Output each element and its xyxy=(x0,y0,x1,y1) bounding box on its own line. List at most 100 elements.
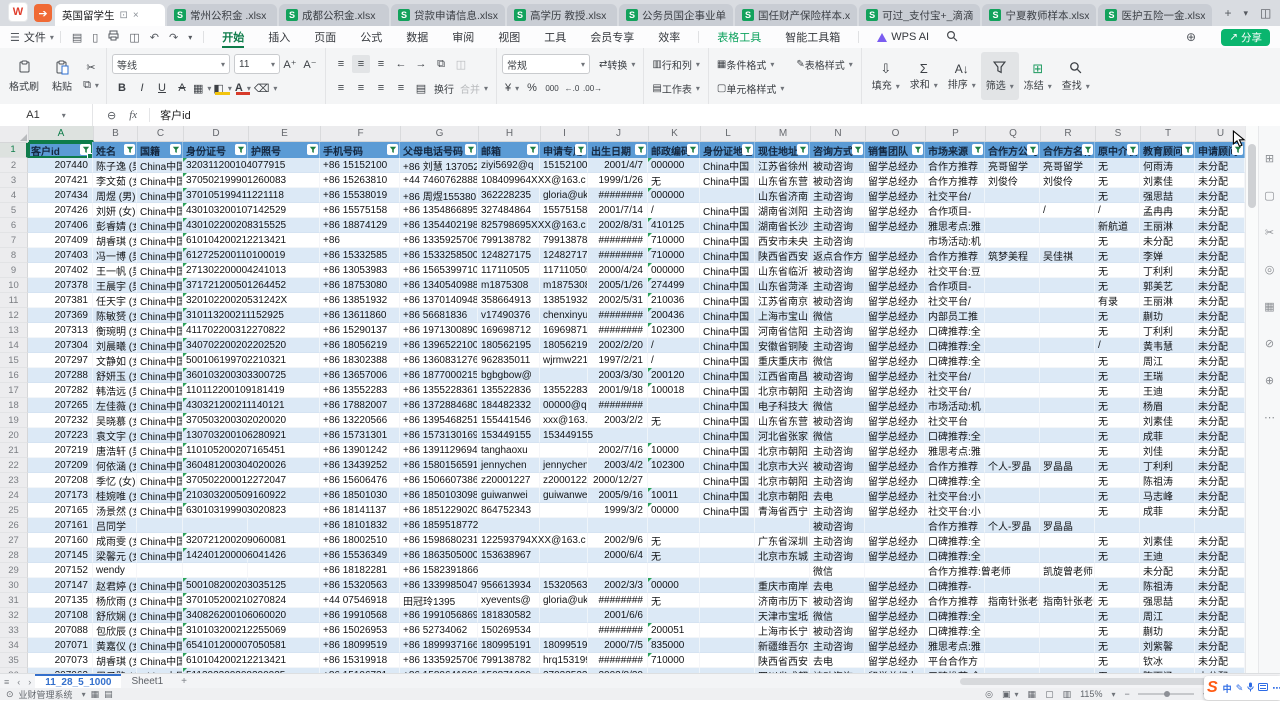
cell[interactable]: 无 xyxy=(1095,383,1140,398)
cell[interactable]: 200436 xyxy=(648,308,700,323)
cell[interactable]: 未分配 xyxy=(1195,563,1245,578)
cell[interactable]: 无 xyxy=(1095,593,1140,608)
cell[interactable]: +86 xyxy=(320,233,400,248)
tab-会员专享[interactable]: 会员专享 xyxy=(578,26,646,48)
cell[interactable]: 200120 xyxy=(648,368,700,383)
cell[interactable]: 864752343 xyxy=(478,503,540,518)
cell[interactable] xyxy=(648,563,700,578)
row-number[interactable]: 27 xyxy=(0,533,28,548)
target-tool-icon[interactable]: ◎ xyxy=(1265,263,1275,276)
cell[interactable]: 刘俊伶 xyxy=(1040,173,1095,188)
cell[interactable]: 微信 xyxy=(810,563,865,578)
document-tab[interactable]: S公务员国企事业单 xyxy=(619,4,733,26)
cell[interactable]: 口碑推荐:全 xyxy=(925,353,985,368)
cell[interactable]: 合作方推荐 xyxy=(925,518,985,533)
row-number[interactable]: 13 xyxy=(0,323,28,338)
cell[interactable]: 口碑推荐:全 xyxy=(925,533,985,548)
cell[interactable]: 207409 xyxy=(28,233,93,248)
cell[interactable]: 留学总经办 xyxy=(865,473,925,488)
thousands-button[interactable]: 000 xyxy=(543,79,561,97)
filter-dropdown-icon[interactable] xyxy=(235,144,246,155)
cell[interactable]: 未分配 xyxy=(1195,503,1245,518)
filter-dropdown-icon[interactable] xyxy=(912,144,923,155)
cell[interactable]: 彭睿婧 (女 xyxy=(93,218,137,233)
cell[interactable]: 无 xyxy=(1095,248,1140,263)
cell[interactable]: China中国 xyxy=(137,158,183,173)
cell[interactable] xyxy=(540,368,588,383)
cell[interactable]: z20001227 xyxy=(478,473,540,488)
cell[interactable]: gloria@uk xyxy=(540,188,588,203)
cell[interactable]: 返点合作方 xyxy=(810,248,865,263)
cell[interactable]: 153449155 xyxy=(540,428,588,443)
cell[interactable]: +86 17882007 xyxy=(320,398,400,413)
cell[interactable]: 153638967 xyxy=(478,548,540,563)
cell[interactable]: 刘素佳 xyxy=(1140,173,1195,188)
cell[interactable] xyxy=(478,518,540,533)
cell[interactable]: 陈子逸 (男 xyxy=(93,158,137,173)
row-number[interactable]: 25 xyxy=(0,503,28,518)
cell[interactable]: 社交平台/ xyxy=(925,188,985,203)
cell[interactable]: 刘紫馨 xyxy=(1140,638,1195,653)
cell[interactable]: +86 1899937166 xyxy=(400,638,478,653)
cell[interactable]: 何依涵 (女 xyxy=(93,458,137,473)
cell[interactable] xyxy=(985,353,1040,368)
cell[interactable]: +86 1580156591 xyxy=(400,458,478,473)
cell[interactable]: 135522836 xyxy=(478,383,540,398)
cell[interactable]: 207223 xyxy=(28,428,93,443)
font-size-select[interactable]: 11▾ xyxy=(234,54,280,74)
cell[interactable]: China中国 xyxy=(137,188,183,203)
cell[interactable]: 蒯玏 xyxy=(1140,623,1195,638)
cell[interactable]: 陈敏赟 (女 xyxy=(93,308,137,323)
align-center-icon[interactable]: ≡ xyxy=(352,79,370,97)
cell[interactable] xyxy=(1040,323,1095,338)
cell[interactable]: 430102200208315525 xyxy=(183,218,248,233)
row-number[interactable]: 16 xyxy=(0,368,28,383)
decrease-indent-icon[interactable]: ← xyxy=(392,55,410,73)
cell[interactable]: China中国 xyxy=(700,398,755,413)
cell[interactable]: +86 1339985047 xyxy=(400,578,478,593)
row-number[interactable]: 5 xyxy=(0,203,28,218)
cell[interactable]: 无 xyxy=(1095,323,1140,338)
cell[interactable] xyxy=(540,563,588,578)
document-tab[interactable]: S贷款申请信息.xlsx xyxy=(391,4,505,26)
filter-dropdown-icon[interactable] xyxy=(1027,144,1038,155)
cell[interactable]: +86 13901242 xyxy=(320,443,400,458)
font-name-select[interactable]: 等线▾ xyxy=(112,54,230,74)
cell[interactable]: 留学总经办 xyxy=(865,458,925,473)
cell[interactable] xyxy=(1040,608,1095,623)
cell[interactable]: 个人-罗晶 xyxy=(985,458,1040,473)
cell[interactable]: +86 刘慧 137052 xyxy=(400,158,478,173)
cell[interactable]: 主动咨询 xyxy=(810,503,865,518)
cell[interactable]: 王晨宇 (男 xyxy=(93,278,137,293)
fill-color-button[interactable]: ◧▾ xyxy=(213,79,231,97)
cell[interactable]: 410125 xyxy=(648,218,700,233)
cell[interactable] xyxy=(1040,218,1095,233)
cell[interactable]: 陕西省西安 xyxy=(755,248,810,263)
cell[interactable]: China中国 xyxy=(137,248,183,263)
cell[interactable]: 留学总经办 xyxy=(865,293,925,308)
cell[interactable]: China中国 xyxy=(137,203,183,218)
cell[interactable]: 主动咨询 xyxy=(810,338,865,353)
tab-list-chevron-icon[interactable]: ▾ xyxy=(1244,8,1249,19)
cell[interactable]: 留学总经办 xyxy=(865,428,925,443)
cell[interactable]: 胡睿琪 (女 xyxy=(93,653,137,668)
cell[interactable]: 黄韦慧 xyxy=(1140,338,1195,353)
cell[interactable]: 留学总经办 xyxy=(865,578,925,593)
cell[interactable]: 138519326 xyxy=(540,293,588,308)
cell[interactable]: 207434 xyxy=(28,188,93,203)
cell[interactable]: 冯一博 (男 xyxy=(93,248,137,263)
header-cell[interactable]: 合作方公司 xyxy=(985,142,1040,158)
borders-button[interactable]: ▦▾ xyxy=(193,79,211,97)
sheet-list-icon[interactable]: ≡ xyxy=(4,677,9,687)
filter-dropdown-icon[interactable] xyxy=(575,144,586,155)
cell[interactable]: 刘佳 xyxy=(1140,443,1195,458)
cell[interactable]: 田冠玲1395 xyxy=(400,593,478,608)
cell[interactable]: 强思喆 xyxy=(1140,188,1195,203)
cell[interactable]: 李婵 xyxy=(1140,248,1195,263)
cell[interactable]: 411702200312270822 xyxy=(183,323,248,338)
cell[interactable]: China中国 xyxy=(700,263,755,278)
cell[interactable]: 刘晨曦 (女 xyxy=(93,338,137,353)
cell[interactable]: 未分配 xyxy=(1195,323,1245,338)
cell[interactable]: m1875308 xyxy=(540,278,588,293)
header-cell[interactable]: 合作方名称 xyxy=(1040,142,1095,158)
